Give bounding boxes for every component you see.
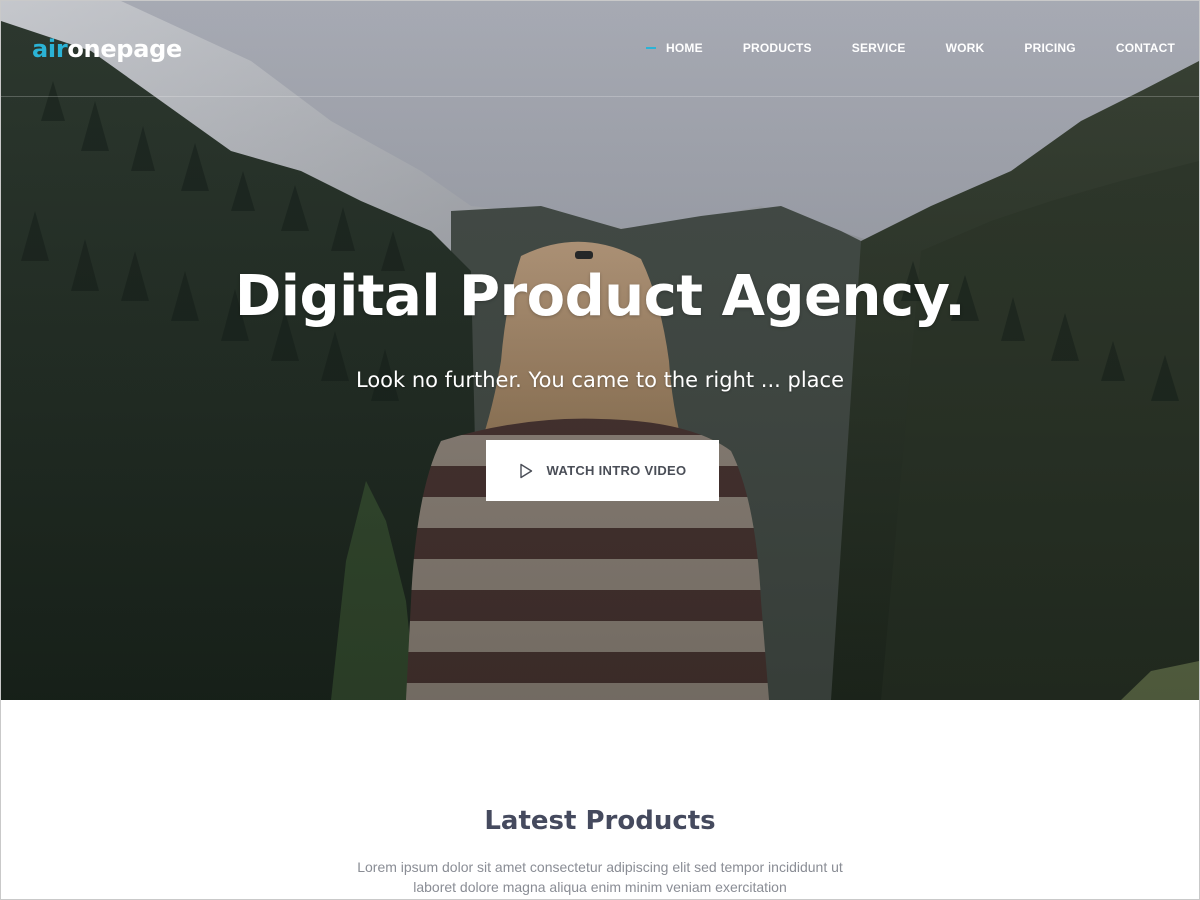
section-description: Lorem ipsum dolor sit amet consectetur a…: [300, 857, 900, 897]
nav-item-service[interactable]: SERVICE: [852, 41, 906, 55]
play-icon: [519, 463, 532, 478]
nav-item-home[interactable]: HOME: [646, 41, 703, 55]
nav-item-pricing[interactable]: PRICING: [1024, 41, 1075, 55]
section-description-line-2: laboret dolore magna aliqua enim minim v…: [413, 879, 787, 895]
logo-main-text: onepage: [67, 35, 182, 63]
hero-section: aironepage HOME PRODUCTS SERVICE WORK PR…: [1, 1, 1199, 700]
section-description-line-1: Lorem ipsum dolor sit amet consectetur a…: [357, 859, 843, 875]
nav-item-label: WORK: [945, 41, 985, 55]
site-logo[interactable]: aironepage: [32, 34, 182, 64]
logo-accent-text: air: [32, 35, 68, 63]
hero-overlay: [1, 1, 1199, 700]
nav-item-products[interactable]: PRODUCTS: [743, 41, 812, 55]
nav-item-label: PRODUCTS: [742, 41, 812, 55]
nav-item-label: CONTACT: [1115, 41, 1175, 55]
section-title: Latest Products: [484, 806, 716, 836]
watch-intro-video-button[interactable]: WATCH INTRO VIDEO: [486, 440, 719, 501]
site-header: aironepage HOME PRODUCTS SERVICE WORK PR…: [1, 1, 1199, 97]
hero-title: Digital Product Agency.: [234, 264, 966, 329]
latest-products-section: Latest Products Lorem ipsum dolor sit am…: [0, 700, 1200, 900]
nav-item-work[interactable]: WORK: [946, 41, 985, 55]
nav-item-label: HOME: [666, 41, 703, 55]
nav-item-label: PRICING: [1024, 41, 1076, 55]
watch-intro-video-label: WATCH INTRO VIDEO: [546, 463, 687, 478]
main-nav: HOME PRODUCTS SERVICE WORK PRICING CONTA…: [606, 41, 1175, 55]
hero-subtitle: Look no further. You came to the right .…: [355, 368, 844, 392]
active-indicator: [646, 47, 656, 49]
nav-item-label: SERVICE: [851, 41, 906, 55]
nav-item-contact[interactable]: CONTACT: [1116, 41, 1175, 55]
